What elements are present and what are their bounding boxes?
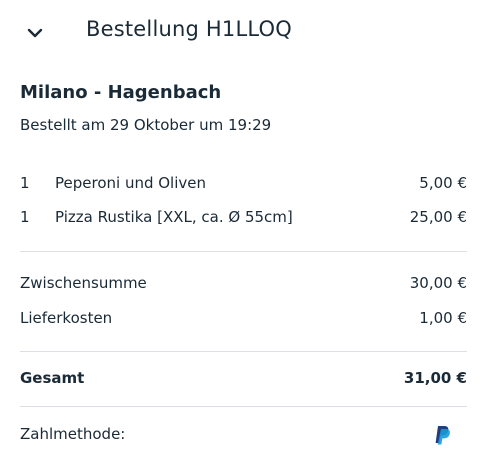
total-row: Gesamt 31,00 € — [20, 369, 467, 391]
paypal-icon — [435, 426, 450, 445]
subtotal-value: 30,00 € — [409, 274, 467, 292]
delivery-label: Lieferkosten — [20, 309, 113, 327]
delivery-value: 1,00 € — [419, 309, 467, 327]
divider — [20, 351, 467, 352]
restaurant-name: Milano - Hagenbach — [20, 82, 222, 103]
total-value: 31,00 € — [403, 369, 467, 387]
item-quantity: 1 — [20, 208, 30, 226]
payment-label: Zahlmethode: — [20, 425, 126, 443]
item-quantity: 1 — [20, 174, 30, 192]
delivery-row: Lieferkosten 1,00 € — [20, 309, 467, 331]
total-label: Gesamt — [20, 369, 85, 387]
subtotal-label: Zwischensumme — [20, 274, 147, 292]
page-title: Bestellung H1LLOQ — [86, 17, 292, 41]
divider — [20, 406, 467, 407]
subtotal-row: Zwischensumme 30,00 € — [20, 274, 467, 296]
order-item: 1 Peperoni und Oliven 5,00 € — [20, 174, 467, 196]
back-button[interactable] — [20, 18, 50, 48]
item-price: 5,00 € — [419, 174, 467, 192]
item-name: Peperoni und Oliven — [55, 174, 207, 192]
item-price: 25,00 € — [409, 208, 467, 226]
chevron-down-icon — [27, 28, 43, 38]
page-header: Bestellung H1LLOQ — [0, 0, 487, 64]
order-item: 1 Pizza Rustika [XXL, ca. Ø 55cm] 25,00 … — [20, 208, 467, 230]
order-date: Bestellt am 29 Oktober um 19:29 — [20, 116, 272, 134]
item-name: Pizza Rustika [XXL, ca. Ø 55cm] — [55, 208, 293, 226]
payment-row: Zahlmethode: — [20, 425, 467, 447]
divider — [20, 251, 467, 252]
